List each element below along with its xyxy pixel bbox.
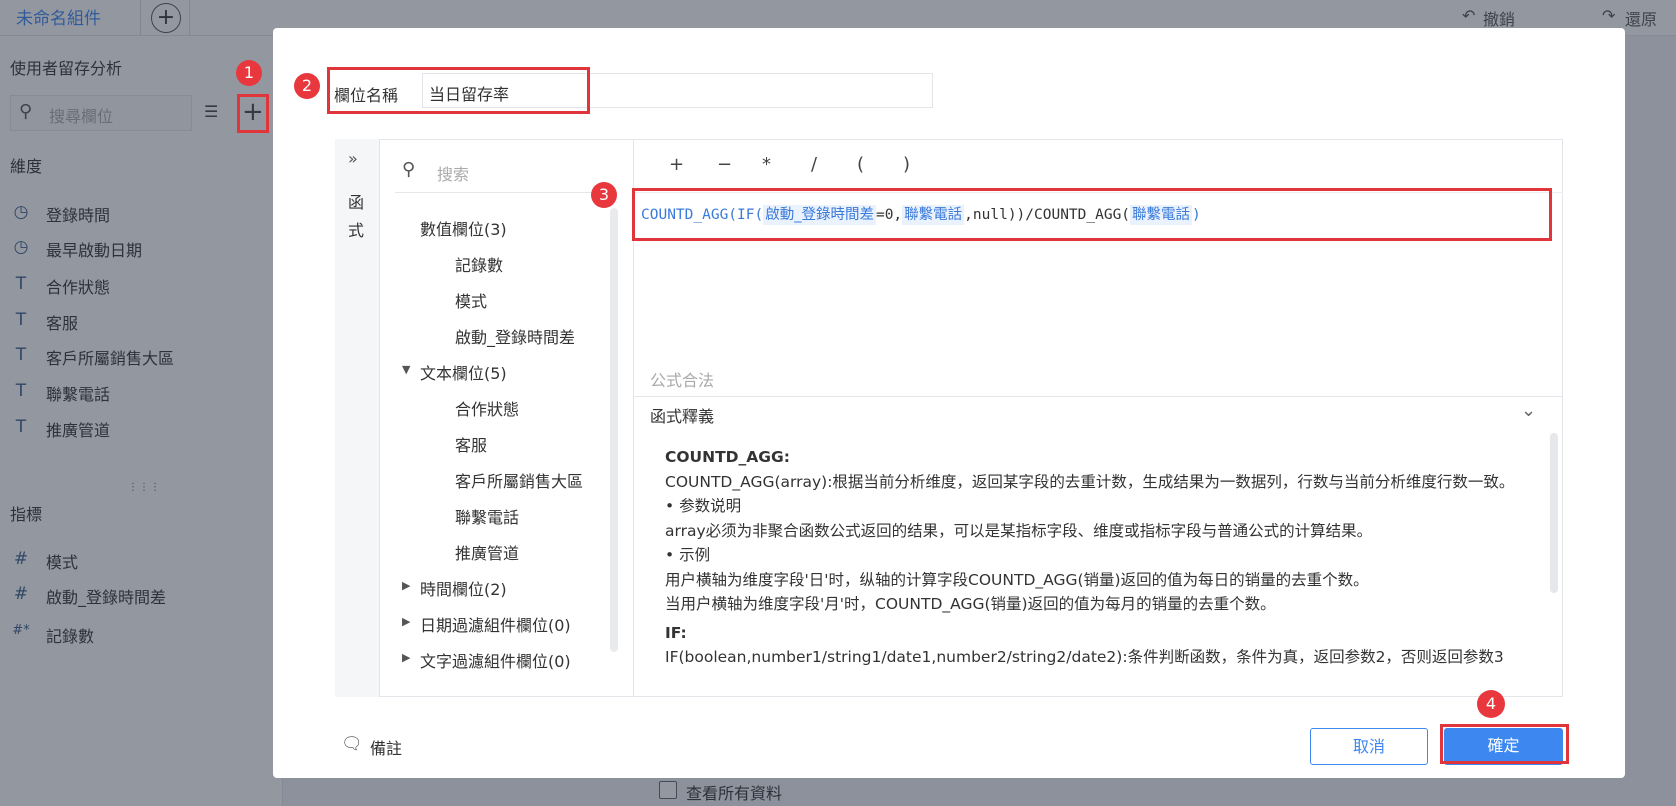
field-group-header[interactable]: 日期過濾組件欄位(0) xyxy=(420,612,571,636)
field-list-item[interactable]: 合作狀態 xyxy=(455,396,519,420)
field-list-item[interactable]: 模式 xyxy=(455,288,487,312)
explanation-clip: COUNTD_AGG: COUNTD_AGG(array):根据当前分析维度，返回… xyxy=(634,433,1544,696)
annotation-box-4 xyxy=(1440,724,1569,764)
caret-right-icon[interactable]: ▶ xyxy=(402,615,410,628)
scrollbar[interactable] xyxy=(610,208,618,652)
divider xyxy=(395,192,605,193)
explanation-text: 当用户横轴为维度字段'月'时，COUNTD_AGG(销量)返回的值为每月的销量的… xyxy=(665,595,1276,613)
function-tab-label: 式 xyxy=(348,221,365,240)
field-group-header[interactable]: 文字過濾組件欄位(0) xyxy=(420,648,571,672)
explanation-text: • 参数说明 xyxy=(665,497,742,515)
explanation-text: array必须为非聚合函数公式返回的结果，可以是某指标字段、维度或指标字段与普通… xyxy=(665,521,1373,540)
function-panel-tab[interactable]: » 函 式 xyxy=(335,139,380,697)
explanation-text: IF(boolean,number1/string1/date1,number2… xyxy=(665,648,1504,666)
field-list-item[interactable]: 客戶所屬銷售大區 xyxy=(455,468,583,492)
caret-right-icon[interactable]: ▶ xyxy=(402,579,410,592)
operator-button[interactable]: / xyxy=(811,154,817,175)
annotation-box-2 xyxy=(327,67,590,114)
operator-button[interactable]: − xyxy=(717,154,732,175)
function-tab-label: 函 xyxy=(348,193,365,212)
search-icon: ⚲ xyxy=(402,159,416,180)
annotation-badge-3: 3 xyxy=(591,182,617,208)
field-group-header[interactable]: 文本欄位(5) xyxy=(420,360,507,384)
operator-button[interactable]: + xyxy=(669,154,684,175)
field-list-item[interactable]: 記錄數 xyxy=(455,252,503,276)
field-list-item[interactable]: 啟動_登錄時間差 xyxy=(455,324,575,348)
expand-icon: » xyxy=(348,149,358,168)
field-list-search-input[interactable]: 搜索 xyxy=(437,161,469,185)
function-name-heading: COUNTD_AGG: xyxy=(665,448,790,466)
annotation-box-1 xyxy=(237,94,269,133)
annotation-badge-1: 1 xyxy=(236,60,262,86)
annotation-badge-4: 4 xyxy=(1477,690,1505,718)
explanation-text: COUNTD_AGG(array):根据当前分析维度，返回某字段的去重计数，生成… xyxy=(665,472,1515,491)
operator-button[interactable]: * xyxy=(762,154,771,175)
chevron-down-icon[interactable]: ⌄ xyxy=(1521,400,1536,421)
function-name-heading: IF: xyxy=(665,623,687,642)
operator-button[interactable]: ( xyxy=(857,154,864,175)
caret-right-icon[interactable]: ▶ xyxy=(402,651,410,664)
field-list-item[interactable]: 聯繫電話 xyxy=(455,504,519,528)
cancel-button[interactable]: 取消 xyxy=(1310,728,1428,765)
note-button[interactable]: 備註 xyxy=(370,735,402,759)
explanation-title: 函式釋義 xyxy=(650,407,715,426)
explanation-text: 用户横轴为维度字段'日'时，纵轴的计算字段COUNTD_AGG(销量)返回的值为… xyxy=(665,570,1369,589)
caret-down-icon[interactable]: ▼ xyxy=(402,363,410,376)
explanation-text: • 示例 xyxy=(665,546,711,564)
field-list-item[interactable]: 客服 xyxy=(455,432,487,456)
divider xyxy=(634,396,1563,397)
field-list-item[interactable]: 推廣管道 xyxy=(455,540,519,564)
formula-validity-status: 公式合法 xyxy=(650,371,715,390)
annotation-box-3 xyxy=(632,188,1552,241)
annotation-badge-2: 2 xyxy=(294,73,320,99)
note-icon[interactable]: 🗨 xyxy=(341,734,363,754)
field-group-header[interactable]: 數值欄位(3) xyxy=(420,216,507,240)
scrollbar[interactable] xyxy=(1550,433,1558,593)
field-group-header[interactable]: 時間欄位(2) xyxy=(420,576,507,600)
operator-button[interactable]: ) xyxy=(903,154,910,175)
